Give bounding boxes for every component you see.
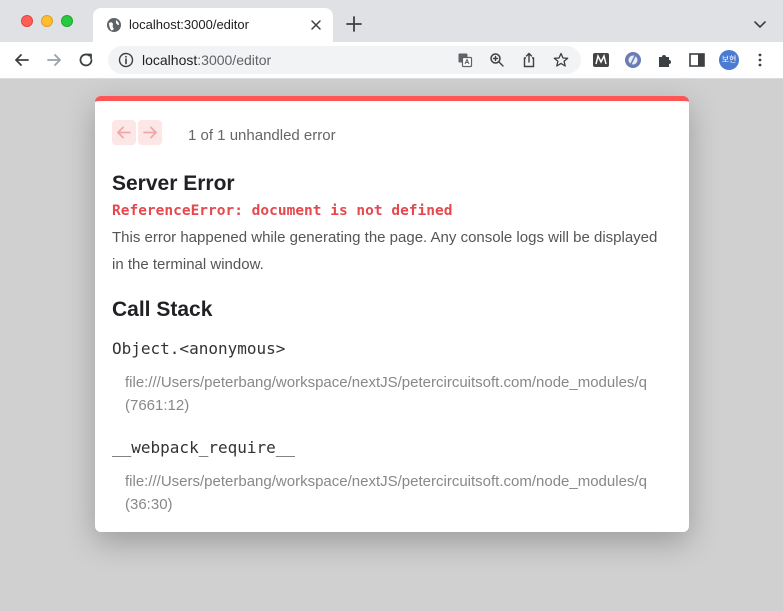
arrow-right-icon — [143, 126, 157, 139]
new-tab-icon[interactable] — [344, 14, 364, 34]
previous-error-button[interactable] — [112, 120, 136, 145]
share-icon[interactable] — [521, 52, 537, 68]
tab-title: localhost:3000/editor — [129, 17, 249, 32]
stack-frame-file[interactable]: file:///Users/peterbang/workspace/nextJS… — [125, 473, 647, 490]
stack-frame-location: (7661:12) — [125, 397, 190, 414]
error-title: Server Error — [112, 172, 235, 195]
chevron-down-icon[interactable] — [752, 16, 768, 32]
side-panel-icon[interactable] — [688, 51, 706, 69]
close-tab-icon[interactable] — [308, 17, 324, 33]
stack-frame-name: Object.<anonymous> — [112, 339, 286, 358]
bookmark-star-icon[interactable] — [553, 52, 569, 68]
info-icon[interactable] — [118, 52, 134, 68]
url-text[interactable]: localhost:3000/editor — [142, 52, 271, 68]
error-message: ReferenceError: document is not defined — [112, 203, 453, 219]
browser-toolbar: localhost:3000/editor 보현 — [0, 42, 783, 79]
globe-icon — [107, 18, 121, 32]
error-count: 1 of 1 unhandled error — [188, 127, 336, 144]
browser-tab[interactable]: localhost:3000/editor — [93, 8, 333, 42]
zoom-window-button[interactable] — [61, 15, 73, 27]
next-error-button[interactable] — [138, 120, 162, 145]
reload-icon[interactable] — [76, 50, 96, 70]
error-overlay-dialog: 1 of 1 unhandled error Server Error Refe… — [95, 96, 689, 532]
minimize-window-button[interactable] — [41, 15, 53, 27]
translate-icon[interactable] — [457, 52, 473, 68]
profile-avatar[interactable]: 보현 — [719, 50, 739, 70]
zoom-icon[interactable] — [489, 52, 505, 68]
call-stack-title: Call Stack — [112, 298, 213, 321]
stack-frame-file[interactable]: file:///Users/peterbang/workspace/nextJS… — [125, 374, 647, 391]
stack-frame-location: (36:30) — [125, 496, 173, 513]
extension-m-icon[interactable] — [592, 51, 610, 69]
extension-circle-icon[interactable] — [624, 51, 642, 69]
forward-arrow-icon[interactable] — [44, 50, 64, 70]
error-description: This error happened while generating the… — [112, 229, 658, 273]
back-arrow-icon[interactable] — [12, 50, 32, 70]
tab-strip: localhost:3000/editor — [0, 0, 783, 42]
more-menu-icon[interactable] — [752, 52, 768, 68]
address-bar[interactable]: localhost:3000/editor — [108, 46, 581, 74]
stack-frame-name: __webpack_require__ — [112, 438, 296, 457]
close-window-button[interactable] — [21, 15, 33, 27]
arrow-left-icon — [117, 126, 131, 139]
puzzle-icon[interactable] — [656, 51, 674, 69]
